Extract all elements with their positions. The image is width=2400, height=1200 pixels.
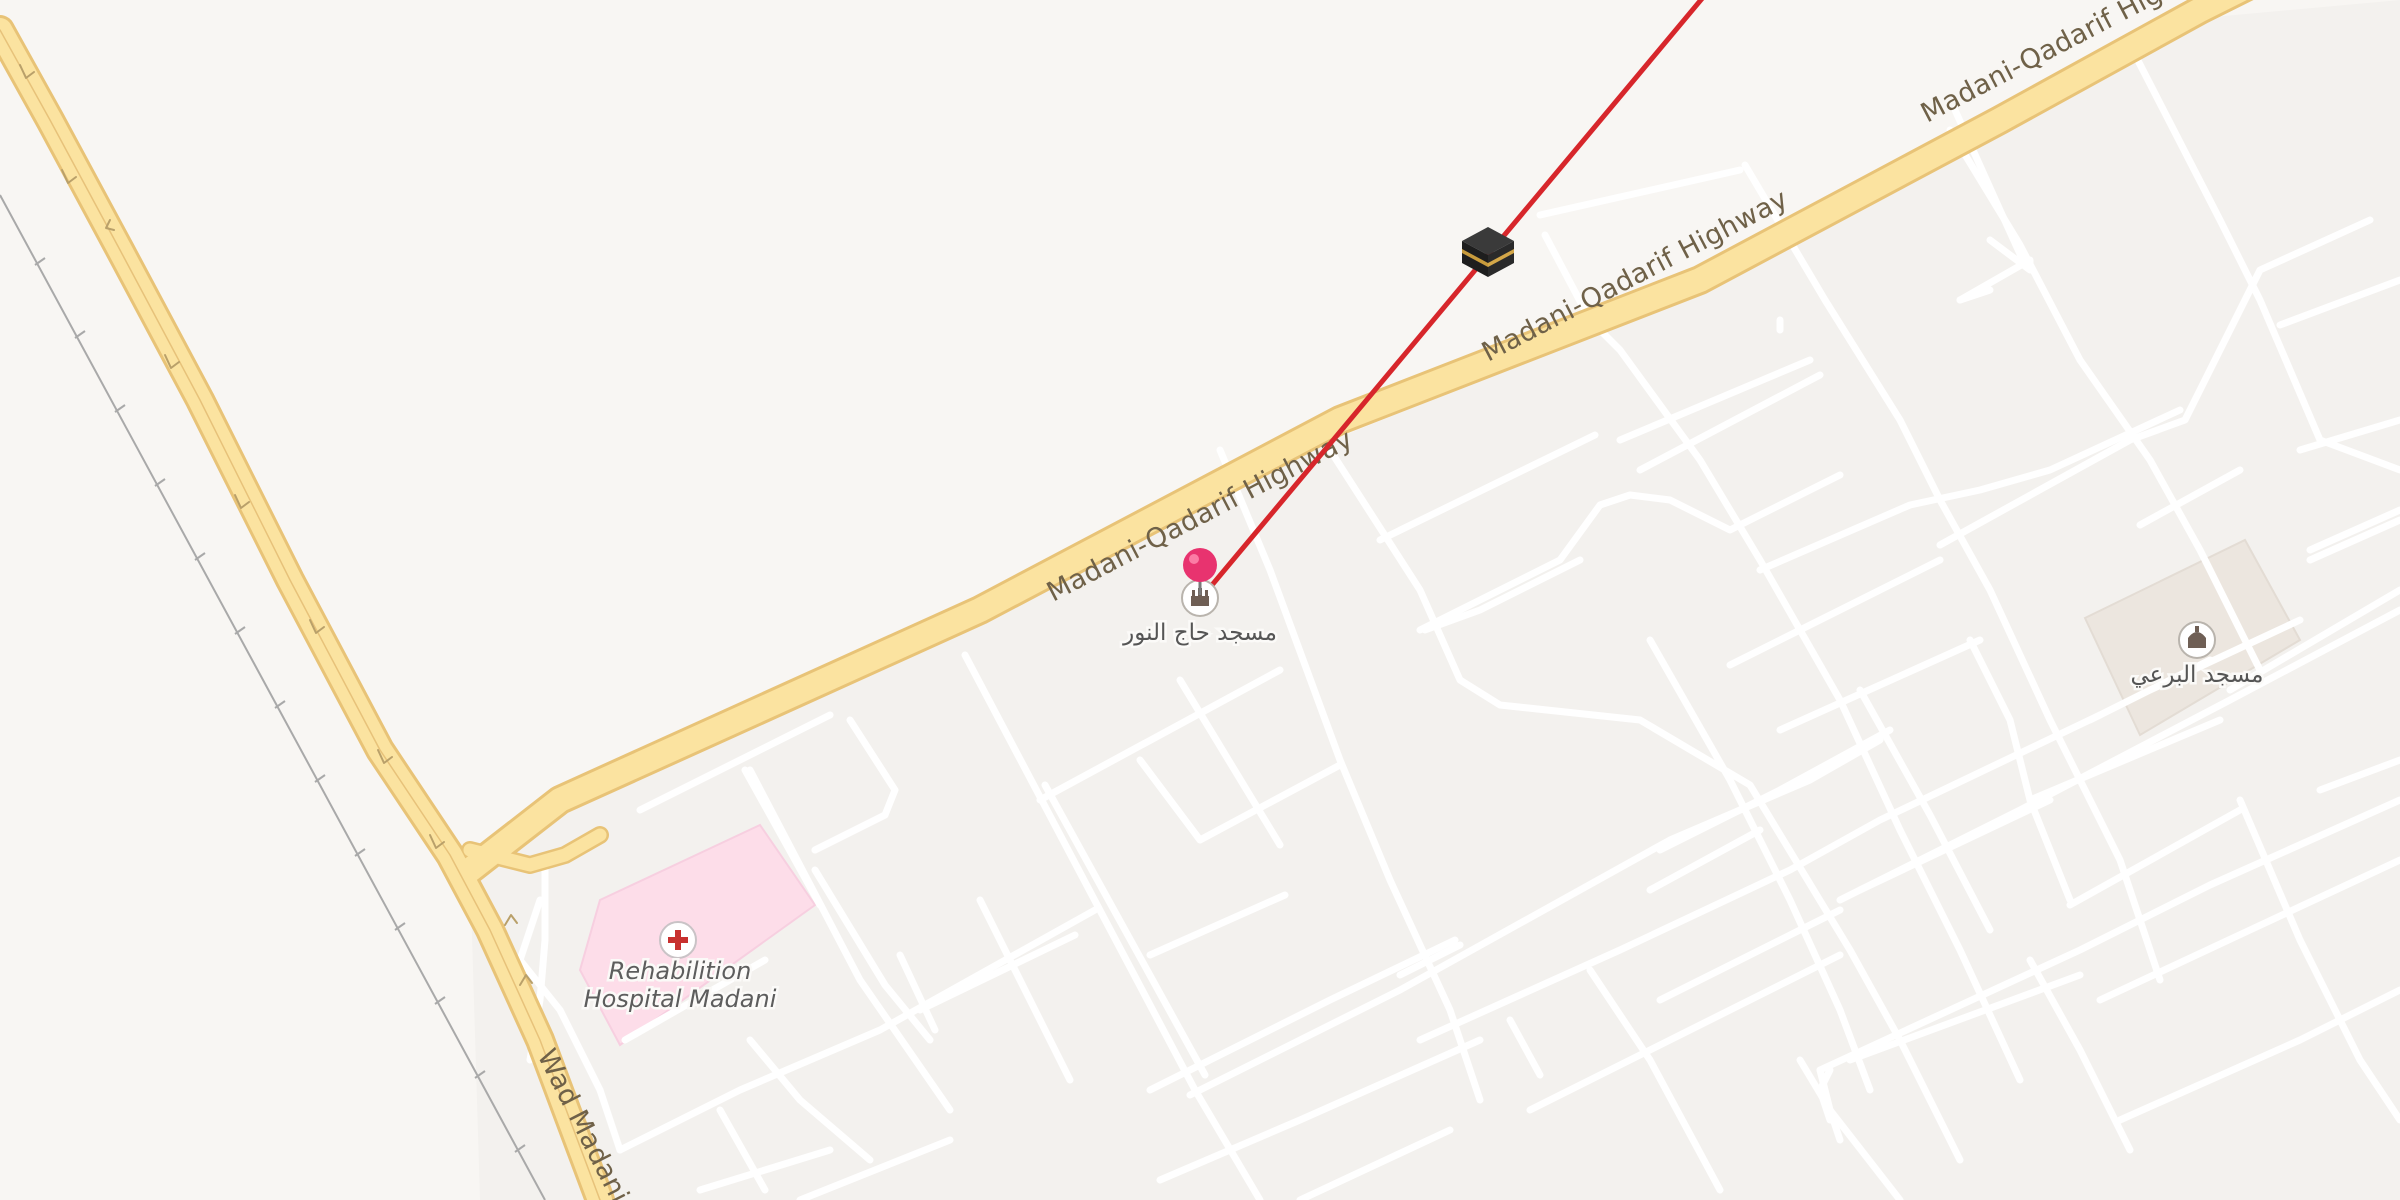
map-view[interactable]: Madani-Qadarif Highway Madani-Qadarif Hi… bbox=[0, 0, 2400, 1200]
map-canvas[interactable]: Madani-Qadarif Highway Madani-Qadarif Hi… bbox=[0, 0, 2400, 1200]
mosque-icon[interactable] bbox=[2178, 621, 2216, 659]
mosque-label-albariei: مسجد البرعي bbox=[2131, 662, 2264, 688]
hospital-label-line1: Rehabilition bbox=[609, 957, 752, 985]
hospital-label-line2: Hospital Madani bbox=[584, 985, 777, 1013]
hospital-icon[interactable] bbox=[659, 921, 697, 959]
mosque-label-haj-alnoor: مسجد حاج النور bbox=[1122, 620, 1277, 646]
